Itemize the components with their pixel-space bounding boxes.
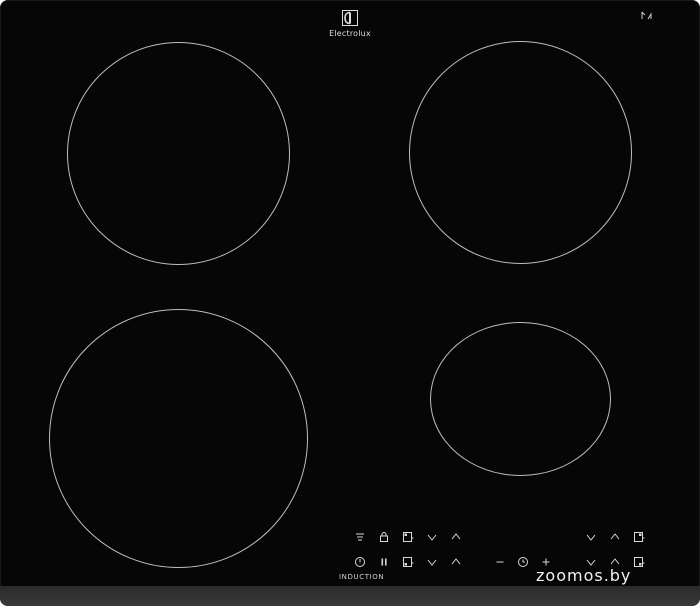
watermark: zoomos.by [536,566,632,585]
power-up-rear-left-icon[interactable] [450,531,462,543]
power-down-rear-left-icon[interactable] [426,531,438,543]
zone-select-front-right-icon[interactable] [633,556,645,568]
timer-minus-icon[interactable] [494,556,506,568]
lock-icon[interactable] [378,531,390,543]
brand-logo: Electrolux [325,10,375,38]
brand-name: Electrolux [329,29,371,38]
induction-label: INDUCTION [339,573,385,581]
cooking-zone-front-left[interactable] [67,42,290,265]
cooking-zone-rear-left[interactable] [49,309,308,568]
zone-select-rear-right-icon[interactable] [633,531,645,543]
pause-icon[interactable] [378,556,390,568]
electrolux-logo-icon [342,10,358,26]
hob-front-edge [0,586,700,606]
power-up-rear-right-icon[interactable] [609,531,621,543]
power-on-off-icon[interactable] [354,556,366,568]
power-down-front-left-icon[interactable] [426,556,438,568]
hob-to-hood-icon [641,11,652,20]
timer-clock-icon[interactable] [517,556,529,568]
zone-select-rear-left-icon[interactable] [402,531,414,543]
power-down-rear-right-icon[interactable] [585,531,597,543]
hob-hood-icon[interactable] [354,531,366,543]
power-up-front-left-icon[interactable] [450,556,462,568]
zone-select-front-left-icon[interactable] [402,556,414,568]
cooking-zone-rear-right[interactable] [409,41,632,264]
cooking-zone-front-right[interactable] [430,322,611,476]
induction-hob-glass: Electrolux INDUCTION zoomos.by [0,0,700,606]
